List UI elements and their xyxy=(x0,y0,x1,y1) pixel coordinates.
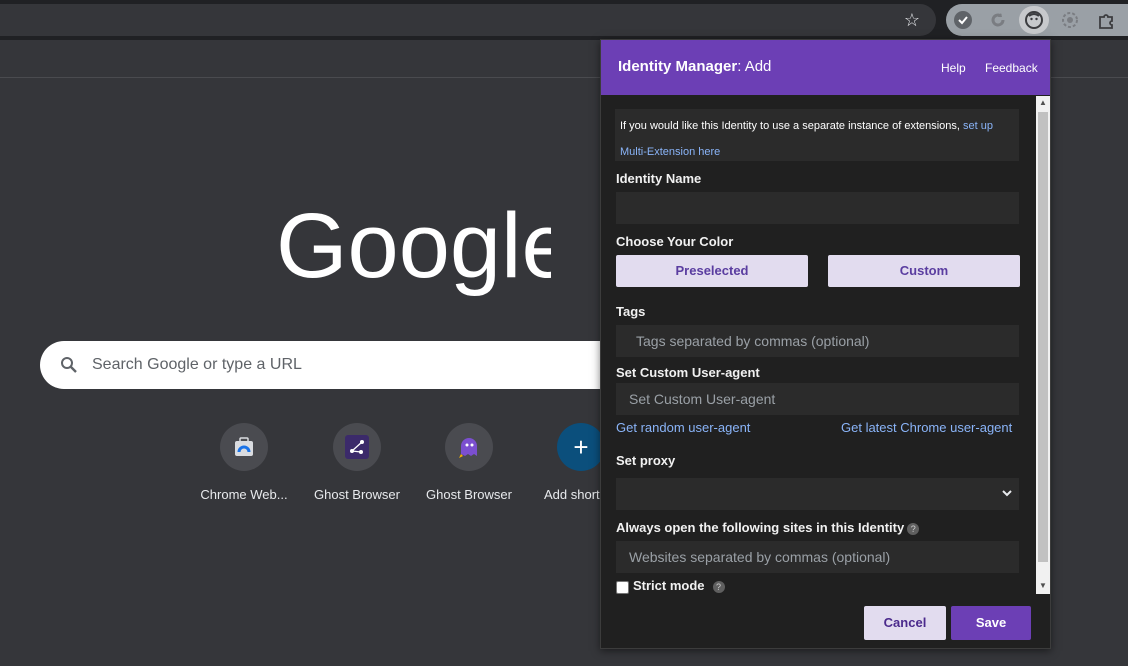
address-bar[interactable] xyxy=(0,4,936,36)
add-shortcut[interactable]: + Add short xyxy=(525,423,600,502)
color-label: Choose Your Color xyxy=(616,234,734,249)
sites-label: Always open the following sites in this … xyxy=(616,520,920,535)
identity-name-input[interactable] xyxy=(616,192,1019,224)
popup-title: Identity Manager: Add xyxy=(618,58,772,75)
search-box[interactable]: Search Google or type a URL xyxy=(40,341,640,389)
shortcut-label: Ghost Browser xyxy=(314,487,400,502)
google-logo-text: Google xyxy=(276,205,551,297)
scroll-down-arrow-icon[interactable]: ▼ xyxy=(1038,580,1048,592)
scroll-thumb[interactable] xyxy=(1038,112,1048,562)
shortcut-tile[interactable]: Ghost Browser xyxy=(301,423,413,502)
tags-label: Tags xyxy=(616,304,646,319)
google-logo: Google xyxy=(276,195,573,305)
identity-name-label: Identity Name xyxy=(616,171,702,186)
custom-color-button[interactable]: Custom xyxy=(828,255,1020,287)
popup-header: Identity Manager: Add Help Feedback xyxy=(601,40,1050,95)
question-mark-icon[interactable]: ? xyxy=(712,580,725,593)
shortcut-tile[interactable]: Chrome Web... xyxy=(188,423,300,502)
extensions-area xyxy=(946,4,1128,36)
browser-toolbar: ☆ xyxy=(0,0,1128,40)
chrome-web-store-icon xyxy=(220,423,268,471)
latest-chrome-user-agent-link[interactable]: Get latest Chrome user-agent xyxy=(841,420,1012,435)
shortcut-label: Chrome Web... xyxy=(200,487,288,502)
question-mark-icon[interactable]: ? xyxy=(907,522,920,535)
preselected-color-button[interactable]: Preselected xyxy=(616,255,808,287)
feedback-link[interactable]: Feedback xyxy=(985,61,1038,75)
save-button[interactable]: Save xyxy=(951,606,1031,640)
chevron-down-icon xyxy=(1002,490,1012,497)
proxy-select[interactable] xyxy=(616,478,1019,510)
proxy-label: Set proxy xyxy=(616,453,676,468)
search-icon xyxy=(61,357,77,373)
user-agent-label: Set Custom User-agent xyxy=(616,365,760,380)
identity-manager-popup: Identity Manager: Add Help Feedback If y… xyxy=(600,39,1051,649)
random-user-agent-link[interactable]: Get random user-agent xyxy=(616,420,750,435)
shortcut-label: Ghost Browser xyxy=(426,487,512,502)
shortcut-tile[interactable]: Ghost Browser xyxy=(413,423,525,502)
plus-icon: + xyxy=(557,423,600,471)
tags-input[interactable]: Tags separated by commas (optional) xyxy=(616,325,1019,357)
settings-gear-extension-icon[interactable] xyxy=(1058,8,1082,32)
star-icon[interactable]: ☆ xyxy=(900,8,924,32)
ghost-identity-extension-icon[interactable] xyxy=(1019,6,1049,34)
strict-mode-label: Strict mode? xyxy=(633,578,725,593)
scroll-up-arrow-icon[interactable]: ▲ xyxy=(1038,97,1048,109)
ghost-icon xyxy=(445,423,493,471)
checkmark-extension-icon[interactable] xyxy=(951,8,975,32)
refresh-extension-icon[interactable] xyxy=(986,8,1010,32)
sites-input[interactable]: Websites separated by commas (optional) xyxy=(616,541,1019,573)
form-area: If you would like this Identity to use a… xyxy=(601,95,1050,595)
cancel-button[interactable]: Cancel xyxy=(864,606,946,640)
user-agent-input[interactable]: Set Custom User-agent xyxy=(616,383,1019,415)
strict-mode-checkbox[interactable] xyxy=(616,581,629,594)
shortcut-label: Add short xyxy=(544,487,600,502)
scrollbar[interactable]: ▲ ▼ xyxy=(1036,96,1050,594)
share-nodes-icon xyxy=(333,423,381,471)
help-link[interactable]: Help xyxy=(941,61,966,75)
multi-extension-info: If you would like this Identity to use a… xyxy=(615,109,1019,161)
puzzle-extensions-icon[interactable] xyxy=(1094,8,1118,32)
search-placeholder: Search Google or type a URL xyxy=(92,356,302,373)
